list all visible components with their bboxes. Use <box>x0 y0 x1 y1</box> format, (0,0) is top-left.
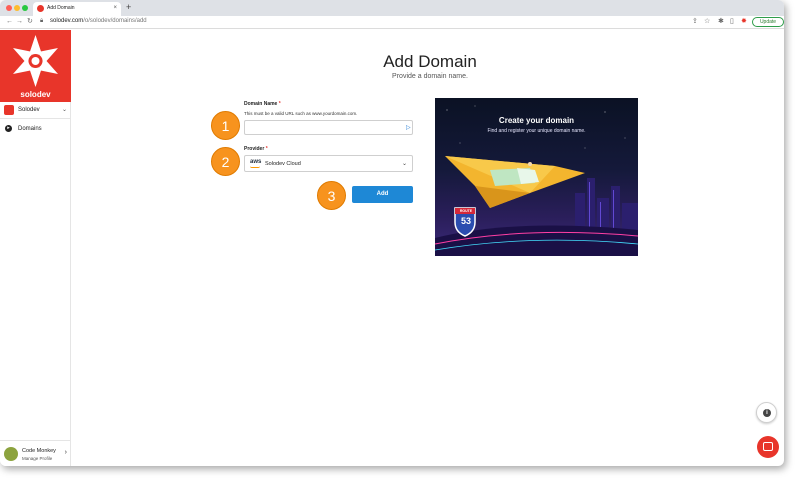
aws-smile-icon <box>250 166 260 168</box>
url-text: solodev.com/o/solodev/domains/add <box>50 18 147 24</box>
info-icon: i <box>763 409 771 417</box>
manage-profile-link[interactable]: Manage Profile <box>22 456 52 461</box>
org-name: Solodev <box>18 107 40 113</box>
browser-toolbar: ← → ↻ 🔒︎ solodev.com/o/solodev/domains/a… <box>0 16 784 29</box>
avatar <box>4 447 18 461</box>
provider-label-text: Provider <box>244 146 265 152</box>
chat-icon <box>763 442 773 451</box>
bookmark-star-icon[interactable]: ☆ <box>704 18 710 26</box>
route-number: 53 <box>460 216 471 226</box>
provider-select[interactable]: aws Solodev Cloud ⌄ <box>244 155 413 172</box>
reload-icon[interactable]: ↻ <box>27 17 33 27</box>
url-host: solodev.com <box>50 18 84 24</box>
domain-name-input[interactable] <box>244 120 413 135</box>
org-logo-icon <box>4 105 14 115</box>
chevron-down-icon: ⌄ <box>61 107 67 113</box>
extensions-icon[interactable]: ✱ <box>718 18 724 26</box>
tab-add-domain[interactable]: Add Domain × <box>33 2 121 16</box>
update-button[interactable]: Update <box>752 17 784 27</box>
page-subtitle: Provide a domain name. <box>392 73 468 80</box>
brand-name: solodev <box>20 90 51 99</box>
chat-button[interactable] <box>757 436 779 458</box>
sidebar: solodev Solodev ⌄ ▸ Domains Code Monkey … <box>0 30 71 466</box>
add-button[interactable]: Add <box>352 186 413 203</box>
provider-value: Solodev Cloud <box>265 161 301 167</box>
new-tab-button[interactable]: + <box>126 2 131 12</box>
browser-window: Add Domain × + ← → ↻ 🔒︎ solodev.com/o/so… <box>0 0 784 466</box>
sidebar-item-domains[interactable]: ▸ Domains <box>0 123 71 135</box>
page-title: Add Domain <box>383 52 477 71</box>
close-window-button[interactable] <box>6 5 12 11</box>
lock-icon[interactable]: 🔒︎ <box>40 18 43 25</box>
domain-name-label-text: Domain Name <box>244 101 278 107</box>
profile-name: Code Monkey <box>22 448 56 454</box>
domain-name-helper: This must be a valid URL such as www.you… <box>244 111 358 116</box>
hero-subtitle: Find and register your unique domain nam… <box>487 128 586 134</box>
org-switcher[interactable]: Solodev ⌄ <box>0 102 71 119</box>
step-2-badge: 2 <box>211 147 240 176</box>
minimize-window-button[interactable] <box>14 5 20 11</box>
solodev-extension-icon[interactable]: ✸ <box>741 18 747 26</box>
profile-menu[interactable]: Code Monkey Manage Profile › <box>0 440 71 466</box>
solodev-favicon-icon <box>37 5 44 12</box>
domain-icon: ▸ <box>5 125 12 132</box>
address-bar[interactable]: 🔒︎ solodev.com/o/solodev/domains/add <box>40 17 680 27</box>
forward-icon[interactable]: → <box>16 17 23 27</box>
share-icon[interactable]: ⇪ <box>692 18 698 26</box>
back-icon[interactable]: ← <box>6 17 13 27</box>
sidebar-item-label: Domains <box>18 126 42 132</box>
url-path: /o/solodev/domains/add <box>83 18 147 24</box>
sidebar-panel-icon[interactable]: ▯ <box>730 18 734 26</box>
required-mark: * <box>265 146 268 152</box>
create-domain-hero-image: Create your domain Find and register you… <box>435 98 638 256</box>
tab-strip: Add Domain × + <box>0 0 784 16</box>
tab-close-icon[interactable]: × <box>113 4 117 12</box>
maximize-window-button[interactable] <box>22 5 28 11</box>
brand-logo[interactable]: solodev <box>0 30 71 102</box>
chevron-right-icon: › <box>64 449 67 456</box>
domain-name-label: Domain Name * <box>244 101 281 107</box>
aws-logo: aws <box>250 159 262 165</box>
hero-title: Create your domain <box>498 116 575 125</box>
step-3-badge: 3 <box>317 181 346 210</box>
provider-label: Provider * <box>244 146 268 152</box>
tab-title: Add Domain <box>47 5 75 11</box>
info-button[interactable]: i <box>756 402 777 423</box>
route-label: ROUTE <box>459 209 473 213</box>
required-mark: * <box>278 101 281 107</box>
chevron-down-icon: ⌄ <box>401 161 407 167</box>
step-1-badge: 1 <box>211 111 240 140</box>
